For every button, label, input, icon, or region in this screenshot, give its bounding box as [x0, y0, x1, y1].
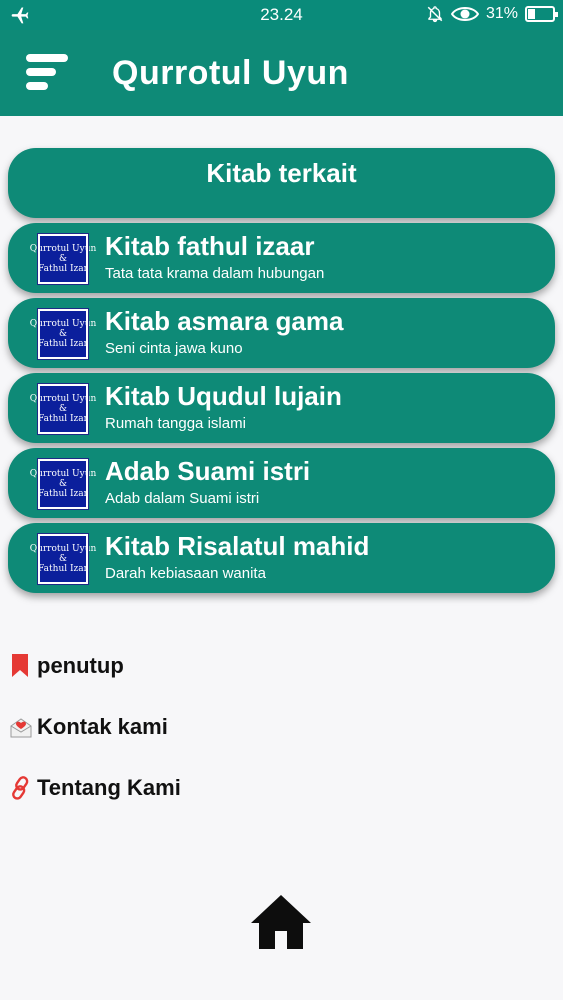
link-icon	[12, 776, 29, 800]
item-title: Adab Suami istri	[105, 456, 311, 486]
item-subtitle: Seni cinta jawa kuno	[105, 340, 243, 357]
item-title: Kitab asmara gama	[105, 306, 344, 336]
book-thumbnail: Qurrotul Uyun & Fathul Izar	[30, 233, 96, 285]
bell-off-icon	[427, 6, 443, 23]
bookmark-icon	[12, 654, 28, 677]
kitab-item[interactable]: Qurrotul Uyun & Fathul Izar Adab Suami i…	[8, 448, 555, 518]
item-title: Kitab Risalatul mahid	[105, 531, 370, 561]
battery-percent: 31%	[485, 5, 518, 22]
app-bar: Qurrotul Uyun	[0, 30, 563, 116]
book-thumbnail: Qurrotul Uyun & Fathul Izar	[30, 458, 96, 510]
kitab-item[interactable]: Qurrotul Uyun & Fathul Izar Kitab asmara…	[8, 298, 555, 368]
item-subtitle: Rumah tangga islami	[105, 415, 246, 432]
item-subtitle: Adab dalam Suami istri	[105, 490, 260, 507]
status-icons: 31%	[426, 4, 558, 24]
menu-label: penutup	[37, 653, 124, 678]
menu-item-tentang[interactable]: Tentang Kami	[10, 775, 181, 801]
item-subtitle: Tata tata krama dalam hubungan	[105, 265, 325, 282]
eye-icon	[450, 7, 479, 21]
book-thumbnail: Qurrotul Uyun & Fathul Izar	[30, 533, 96, 585]
status-bar: 23.24 31%	[0, 0, 563, 30]
item-title: Kitab fathul izaar	[105, 231, 315, 261]
kitab-item[interactable]: Qurrotul Uyun & Fathul Izar Kitab fathul…	[8, 223, 555, 293]
battery-fill	[528, 9, 535, 19]
kitab-item[interactable]: Qurrotul Uyun & Fathul Izar Kitab Uqudul…	[8, 373, 555, 443]
menu-label: Tentang Kami	[37, 775, 181, 800]
menu-icon[interactable]	[22, 48, 70, 96]
app-title: Qurrotul Uyun	[112, 54, 349, 92]
section-header-label: Kitab terkait	[206, 158, 357, 188]
book-thumbnail: Qurrotul Uyun & Fathul Izar	[30, 308, 96, 360]
mail-icon	[10, 718, 32, 738]
home-icon[interactable]	[249, 893, 313, 951]
menu-label: Kontak kami	[37, 714, 168, 739]
item-title: Kitab Uqudul lujain	[105, 381, 342, 411]
menu-item-kontak[interactable]: Kontak kami	[10, 714, 168, 740]
item-subtitle: Darah kebiasaan wanita	[105, 565, 266, 582]
kitab-item[interactable]: Qurrotul Uyun & Fathul Izar Kitab Risala…	[8, 523, 555, 593]
battery-icon	[525, 6, 558, 22]
menu-item-penutup[interactable]: penutup	[10, 653, 124, 679]
book-thumbnail: Qurrotul Uyun & Fathul Izar	[30, 383, 96, 435]
section-header-card: Kitab terkait	[8, 148, 555, 218]
